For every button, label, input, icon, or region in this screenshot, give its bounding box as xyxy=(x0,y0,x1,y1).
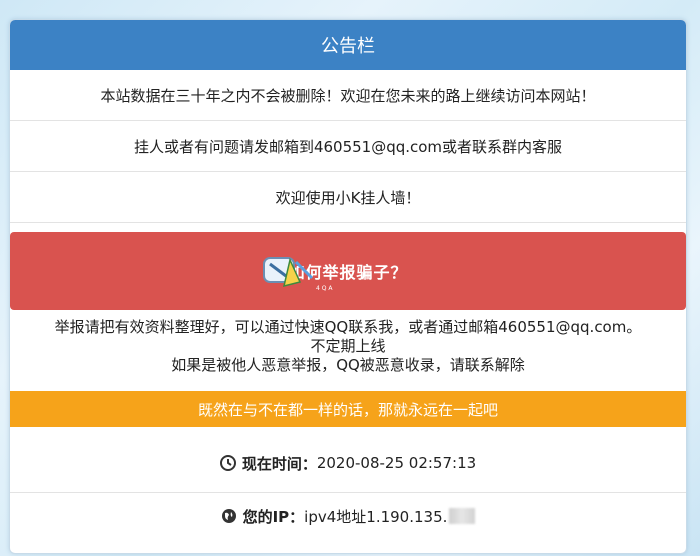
ip-value: ipv4地址1.190.135. xyxy=(304,507,448,526)
slogan-text: 既然在与不在都一样的话，那就永远在一起吧 xyxy=(197,400,498,419)
ip-redaction xyxy=(449,508,476,524)
notice-text: 本站数据在三十年之内不会被删除！欢迎在您未来的路上继续访问本网站！ xyxy=(100,86,596,105)
notice-item: 本站数据在三十年之内不会被删除！欢迎在您未来的路上继续访问本网站！ xyxy=(10,70,686,121)
time-value: 2020-08-25 02:57:13 xyxy=(316,454,477,472)
report-info: 举报请把有效资料整理好，可以通过快速QQ联系我，或者通过邮箱460551@qq.… xyxy=(10,318,686,375)
report-button[interactable]: 如何举报骗子？ xyxy=(10,232,686,310)
notice-text: 欢迎使用小K挂人墙！ xyxy=(275,188,421,207)
report-info-line: 举报请把有效资料整理好，可以通过快速QQ联系我，或者通过邮箱460551@qq.… xyxy=(54,318,642,336)
panel-title: 公告栏 xyxy=(321,36,375,57)
panel-header: 公告栏 xyxy=(10,20,686,70)
divider xyxy=(10,492,686,493)
current-time: 现在时间： 2020-08-25 02:57:13 xyxy=(10,446,686,480)
report-info-line: 不定期上线 xyxy=(310,337,386,355)
notice-panel: 公告栏 本站数据在三十年之内不会被删除！欢迎在您未来的路上继续访问本网站！ 挂人… xyxy=(9,19,687,554)
notice-text: 挂人或者有问题请发邮箱到460551@qq.com或者联系群内客服 xyxy=(133,137,563,156)
watermark-logo: 4 Q A xyxy=(263,257,333,292)
globe-icon xyxy=(221,509,236,523)
time-label: 现在时间： xyxy=(241,454,317,473)
svg-text:4 Q A: 4 Q A xyxy=(316,285,333,292)
clock-icon xyxy=(219,455,236,471)
report-info-line: 如果是被他人恶意举报，QQ被恶意收录，请联系解除 xyxy=(171,356,525,374)
slogan-banner: 既然在与不在都一样的话，那就永远在一起吧 xyxy=(10,391,686,427)
user-ip: 您的IP： ipv4地址1.190.135. xyxy=(10,499,686,533)
notice-item: 欢迎使用小K挂人墙！ xyxy=(10,172,686,223)
notice-item: 挂人或者有问题请发邮箱到460551@qq.com或者联系群内客服 xyxy=(10,121,686,172)
ip-label: 您的IP： xyxy=(242,507,305,526)
